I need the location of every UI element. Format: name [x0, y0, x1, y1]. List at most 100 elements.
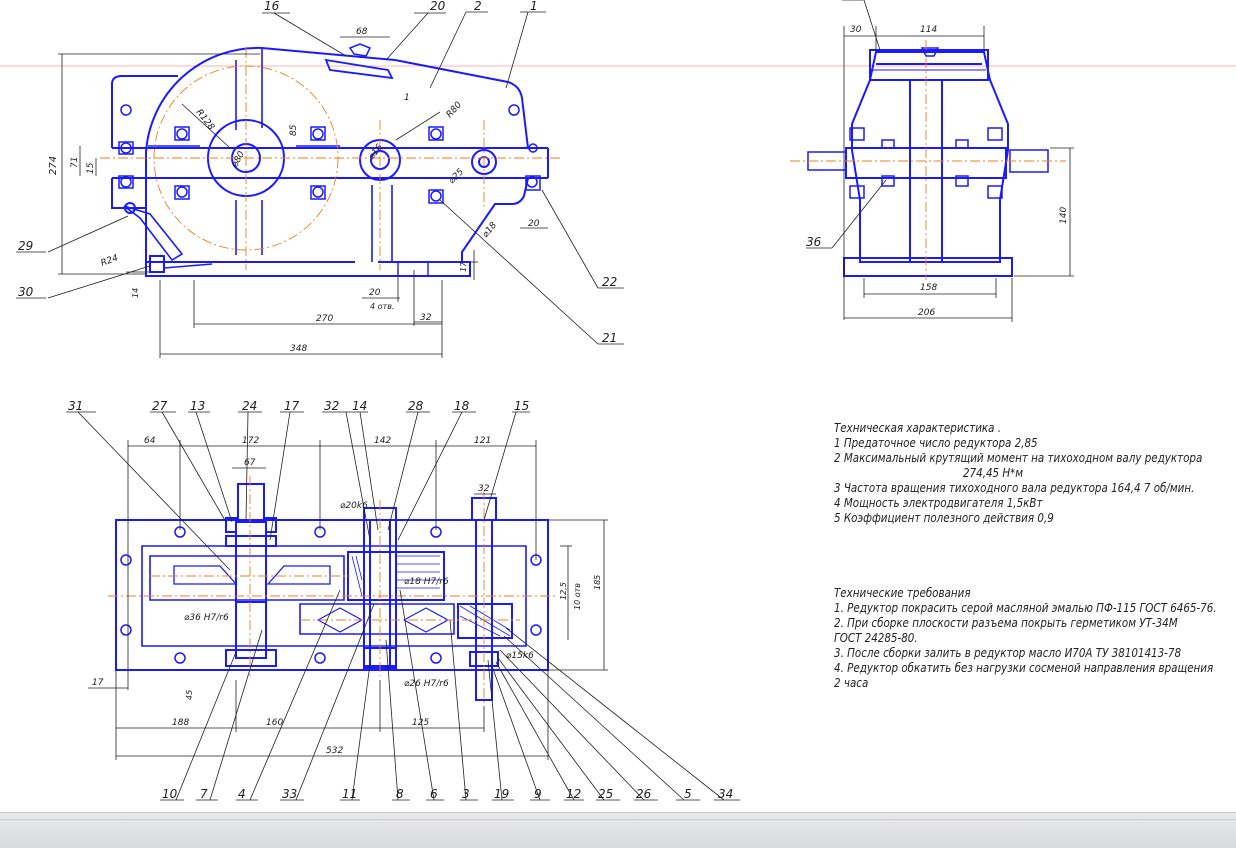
callout-31: 31 — [68, 399, 83, 413]
callout-16: 16 — [264, 0, 280, 13]
svg-text:20: 20 — [528, 219, 540, 229]
svg-text:85: 85 — [289, 124, 299, 136]
callout-12: 12 — [566, 787, 581, 801]
svg-text:32: 32 — [420, 313, 432, 323]
front-dimensions — [16, 11, 624, 358]
svg-text:274: 274 — [48, 156, 59, 175]
callout-17: 17 — [284, 399, 300, 413]
svg-text:185: 185 — [593, 575, 602, 590]
callout-5: 5 — [684, 787, 692, 801]
tech-line: 2 Максимальный крутящий момент на тихохо… — [834, 451, 1203, 465]
callout-21: 21 — [602, 331, 617, 345]
svg-text:172: 172 — [242, 436, 259, 446]
callout-29: 29 — [18, 239, 33, 253]
callout-26: 26 — [636, 787, 652, 801]
svg-text:R24: R24 — [100, 253, 120, 269]
svg-text:10 отв: 10 отв — [573, 583, 582, 610]
svg-text:64: 64 — [144, 436, 156, 446]
plan-view — [115, 483, 549, 701]
callout-36: 36 — [806, 235, 822, 249]
svg-text:140: 140 — [1059, 207, 1069, 224]
callout-10: 10 — [162, 787, 178, 801]
svg-text:⌀15k6: ⌀15k6 — [506, 651, 534, 661]
svg-text:45: 45 — [185, 690, 194, 700]
svg-text:4 отв.: 4 отв. — [370, 302, 394, 311]
svg-text:71: 71 — [70, 157, 80, 168]
req-line: 4. Редуктор обкатить без нагрузки сосмен… — [834, 661, 1214, 675]
tech-line: 274,45 Н*м — [963, 466, 1024, 480]
technical-requirements: Технические требования 1. Редуктор покра… — [834, 586, 1217, 691]
svg-text:17: 17 — [92, 678, 104, 688]
svg-text:20: 20 — [369, 288, 381, 298]
svg-text:R80: R80 — [445, 100, 464, 120]
req-line: 1. Редуктор покрасить серой масляной эма… — [834, 601, 1217, 615]
callout-34: 34 — [718, 787, 733, 801]
callout-4: 4 — [238, 787, 246, 801]
svg-text:R128: R128 — [194, 108, 216, 133]
callout-14: 14 — [352, 399, 367, 413]
callout-33: 33 — [282, 787, 297, 801]
callout-22: 22 — [602, 275, 617, 289]
svg-text:68: 68 — [356, 27, 368, 37]
svg-text:⌀36 H7/r6: ⌀36 H7/r6 — [184, 613, 229, 623]
tech-line: 3 Частота вращения тихоходного вала реду… — [834, 481, 1195, 495]
svg-text:270: 270 — [316, 314, 333, 324]
svg-text:14: 14 — [131, 288, 140, 298]
svg-text:121: 121 — [474, 436, 491, 446]
svg-text:206: 206 — [918, 308, 935, 318]
tech-line: 1 Предаточное число редуктора 2,85 — [834, 436, 1038, 450]
svg-text:⌀26 H7/r6: ⌀26 H7/r6 — [404, 679, 449, 689]
callout-23: 23 — [842, 0, 857, 1]
svg-text:188: 188 — [172, 718, 189, 728]
req-line: 2 часа — [834, 676, 869, 690]
tech-line: 4 Мощность электродвигателя 1,5кВт — [834, 496, 1043, 510]
status-bar — [0, 812, 1236, 848]
callout-15: 15 — [514, 399, 529, 413]
svg-text:32: 32 — [478, 484, 490, 494]
svg-text:15: 15 — [86, 162, 96, 174]
callout-3: 3 — [462, 787, 470, 801]
svg-text:67: 67 — [244, 458, 256, 468]
svg-text:⌀20k6: ⌀20k6 — [340, 501, 368, 511]
svg-text:532: 532 — [326, 746, 343, 756]
callout-6: 6 — [430, 787, 438, 801]
callout-19: 19 — [494, 787, 509, 801]
status-bar-divider — [0, 819, 1236, 820]
svg-text:12,5: 12,5 — [559, 582, 568, 600]
callout-25: 25 — [598, 787, 613, 801]
svg-text:160: 160 — [266, 718, 283, 728]
req-line: ГОСТ 24285-80. — [834, 631, 918, 645]
callout-30: 30 — [18, 285, 34, 299]
callout-28: 28 — [408, 399, 424, 413]
callout-32: 32 — [324, 399, 339, 413]
callout-11: 11 — [342, 787, 357, 801]
callout-18: 18 — [454, 399, 470, 413]
side-centerlines — [790, 40, 1066, 280]
callout-20: 20 — [430, 0, 446, 13]
req-line: 2. При сборке плоскости разъема покрыть … — [834, 616, 1178, 630]
svg-text:158: 158 — [920, 283, 937, 293]
svg-text:17: 17 — [459, 261, 468, 272]
req-line: 3. После сборки залить в редуктор масло … — [834, 646, 1182, 660]
callout-13: 13 — [190, 399, 205, 413]
callout-9: 9 — [534, 787, 542, 801]
svg-text:⌀25: ⌀25 — [447, 167, 466, 186]
callout-8: 8 — [396, 787, 404, 801]
svg-text:348: 348 — [290, 344, 307, 354]
svg-text:1: 1 — [404, 93, 410, 103]
tech-title: Техническая характеристика . — [834, 421, 1002, 435]
callout-1: 1 — [530, 0, 538, 13]
tech-line: 5 Коэффициент полезного действия 0,9 — [834, 511, 1054, 525]
callout-7: 7 — [200, 787, 208, 801]
callout-27: 27 — [152, 399, 168, 413]
front-view — [111, 43, 549, 277]
plan-dimensions — [66, 411, 740, 801]
svg-text:114: 114 — [920, 25, 937, 35]
svg-text:⌀18 H7/r6: ⌀18 H7/r6 — [404, 577, 449, 587]
callout-24: 24 — [242, 399, 257, 413]
technical-characteristics: Техническая характеристика . 1 Предаточн… — [834, 421, 1202, 526]
req-title: Технические требования — [834, 586, 971, 600]
svg-text:142: 142 — [374, 436, 391, 446]
svg-text:125: 125 — [412, 718, 429, 728]
callout-2: 2 — [474, 0, 482, 13]
